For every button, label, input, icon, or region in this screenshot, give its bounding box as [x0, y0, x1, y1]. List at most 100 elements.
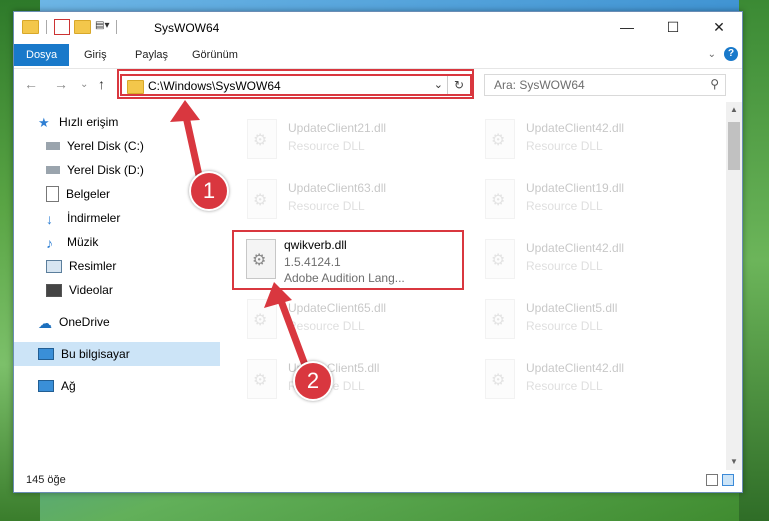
expand-ribbon-icon[interactable]: ⌄	[708, 49, 716, 60]
details-view-icon[interactable]	[706, 474, 718, 486]
file-description: Resource DLL	[526, 199, 603, 213]
file-list: UpdateClient21.dll Resource DLL UpdateCl…	[220, 102, 725, 468]
document-icon	[46, 186, 59, 202]
separator	[46, 20, 47, 34]
dll-file-icon	[485, 239, 515, 279]
file-item[interactable]: UpdateClient19.dll Resource DLL	[482, 174, 702, 230]
background-palm-right	[739, 0, 769, 521]
tab-view[interactable]: Görünüm	[192, 44, 238, 66]
tab-share[interactable]: Paylaş	[135, 44, 168, 66]
sidebar-item-this-pc[interactable]: Bu bilgisayar	[14, 342, 232, 366]
sidebar-item-label: Hızlı erişim	[59, 115, 119, 129]
step-badge-2: 2	[293, 361, 333, 401]
file-name: UpdateClient5.dll	[526, 301, 618, 315]
scroll-up-icon[interactable]: ▲	[726, 102, 742, 118]
search-placeholder: Ara: SysWOW64	[494, 78, 585, 92]
file-name: UpdateClient42.dll	[526, 241, 625, 255]
scroll-down-icon[interactable]: ▼	[726, 454, 742, 470]
sidebar-item-label: Resimler	[69, 259, 117, 273]
address-dropdown-icon[interactable]: ⌄	[434, 78, 443, 91]
sidebar-item-disk-c[interactable]: Yerel Disk (C:)	[14, 134, 240, 158]
sidebar-item-label: Yerel Disk (C:)	[67, 139, 144, 153]
file-item-qwikverb[interactable]: qwikverb.dll 1.5.4124.1 Adobe Audition L…	[232, 230, 464, 290]
sidebar-item-label: Videolar	[69, 283, 113, 297]
file-item[interactable]: UpdateClient5.dll Resource DLL	[482, 294, 702, 350]
file-item[interactable]: UpdateClient42.dll Resource DLL	[482, 114, 702, 170]
properties-icon[interactable]	[54, 19, 70, 35]
download-icon: ↓	[46, 211, 53, 227]
sidebar-item-videos[interactable]: Videolar 📌︎	[14, 278, 240, 302]
file-name: UpdateClient42.dll	[526, 121, 625, 135]
file-description: Resource DLL	[288, 139, 365, 153]
file-description: Resource DLL	[526, 319, 603, 333]
tab-file[interactable]: Dosya	[14, 44, 70, 66]
new-folder-icon[interactable]	[74, 20, 91, 34]
folder-icon	[127, 80, 144, 94]
back-button[interactable]: ←	[24, 76, 38, 92]
file-name: UpdateClient42.dll	[526, 361, 625, 375]
close-button[interactable]: ✕	[696, 12, 742, 42]
search-icon[interactable]: ⚲	[710, 77, 719, 91]
drive-icon	[46, 166, 60, 174]
file-item[interactable]: UpdateClient42.dll Resource DLL	[482, 234, 702, 290]
address-bar[interactable]: C:\Windows\SysWOW64 ⌄ ↻	[120, 74, 472, 96]
sidebar-item-label: OneDrive	[59, 315, 110, 329]
sidebar-item-network[interactable]: Ağ	[14, 374, 232, 398]
separator	[116, 20, 117, 34]
maximize-button[interactable]: ☐	[650, 12, 696, 42]
sidebar-item-label: İndirmeler	[67, 211, 121, 225]
file-item[interactable]: UpdateClient21.dll Resource DLL	[244, 114, 464, 170]
file-description: Resource DLL	[526, 139, 603, 153]
refresh-icon[interactable]: ↻	[447, 76, 470, 94]
navigation-pane: ★ Hızlı erişim Yerel Disk (C:) Yerel Dis…	[14, 102, 238, 462]
forward-button[interactable]: →	[54, 76, 68, 92]
recent-locations-dropdown[interactable]: ⌄	[80, 79, 88, 90]
item-count: 145 öğe	[26, 474, 66, 486]
sidebar-item-label: Yerel Disk (D:)	[67, 163, 144, 177]
sidebar-item-pictures[interactable]: Resimler 📌︎	[14, 254, 240, 278]
dll-file-icon	[485, 179, 515, 219]
sidebar-item-onedrive[interactable]: ☁ OneDrive	[14, 310, 232, 334]
ribbon-tabs: Dosya Giriş Paylaş Görünüm ⌄ ?	[14, 44, 742, 66]
sidebar-item-label: Bu bilgisayar	[61, 347, 130, 361]
file-name: qwikverb.dll	[284, 238, 347, 252]
sidebar-item-music[interactable]: ♪ Müzik 📌︎	[14, 230, 240, 254]
window-controls: — ☐ ✕	[604, 12, 742, 42]
scroll-thumb[interactable]	[728, 122, 740, 170]
dll-file-icon	[246, 239, 276, 279]
folder-icon	[22, 20, 39, 34]
up-button[interactable]: ↑	[98, 76, 105, 92]
file-item[interactable]: UpdateClient63.dll Resource DLL	[244, 174, 464, 230]
status-bar: 145 öğe	[14, 470, 742, 492]
file-description: Resource DLL	[288, 199, 365, 213]
file-description: Resource DLL	[526, 259, 603, 273]
dll-file-icon	[485, 299, 515, 339]
view-switcher	[706, 474, 734, 486]
dll-file-icon	[247, 119, 277, 159]
minimize-button[interactable]: —	[604, 12, 650, 42]
search-box[interactable]: Ara: SysWOW64 ⚲	[484, 74, 726, 96]
dll-file-icon	[247, 179, 277, 219]
customize-toolbar-icon[interactable]: ▤▾	[95, 20, 109, 34]
tab-home[interactable]: Giriş	[84, 44, 107, 66]
dll-file-icon	[247, 359, 277, 399]
file-description: Adobe Audition Lang...	[284, 271, 405, 285]
address-path: C:\Windows\SysWOW64	[148, 79, 281, 93]
sidebar-item-quick-access[interactable]: ★ Hızlı erişim	[14, 110, 232, 134]
window-title: SysWOW64	[154, 21, 220, 35]
help-icon[interactable]: ?	[724, 47, 738, 61]
star-icon: ★	[38, 115, 50, 130]
vertical-scrollbar[interactable]: ▲ ▼	[726, 102, 742, 470]
computer-icon	[38, 348, 54, 360]
file-item[interactable]: UpdateClient42.dll Resource DLL	[482, 354, 702, 410]
step-badge-1: 1	[189, 171, 229, 211]
file-description: Resource DLL	[288, 319, 365, 333]
file-item[interactable]: UpdateClient65.dll Resource DLL	[244, 294, 464, 350]
tiles-view-icon[interactable]	[722, 474, 734, 486]
file-item[interactable]: UpdateClient5.dll Resource DLL	[244, 354, 464, 410]
sidebar-item-label: Müzik	[67, 235, 99, 249]
title-bar: ▤▾ SysWOW64 — ☐ ✕	[14, 12, 742, 44]
file-description: Resource DLL	[526, 379, 603, 393]
sidebar-item-label: Ağ	[61, 379, 76, 393]
drive-icon	[46, 142, 60, 150]
